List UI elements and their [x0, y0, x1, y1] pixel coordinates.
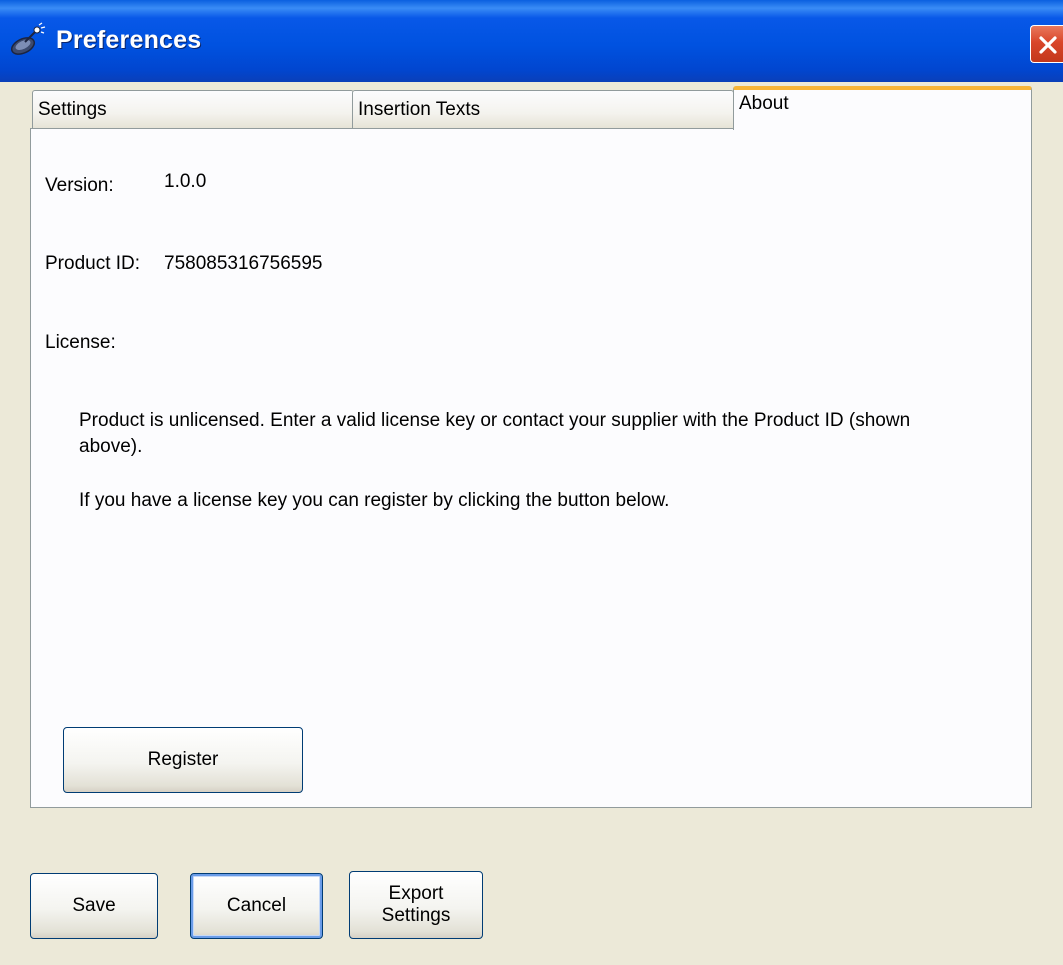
tab-settings[interactable]: Settings [32, 90, 354, 128]
export-button-line2: Settings [381, 905, 451, 926]
license-message: Product is unlicensed. Enter a valid lic… [79, 410, 911, 457]
title-bar[interactable]: Preferences [0, 0, 1063, 82]
version-label: Version: [45, 175, 114, 196]
close-icon [1039, 36, 1057, 54]
register-hint: If you have a license key you can regist… [79, 490, 670, 511]
preferences-window: Preferences Settings Insertion Texts Abo… [0, 0, 1063, 965]
register-button-label: Register [147, 749, 219, 770]
export-button-line1: Export [388, 883, 444, 904]
window-title: Preferences [56, 26, 202, 54]
product-id-label: Product ID: [45, 253, 141, 274]
about-panel: Version: 1.0.0 Product ID: 7580853167565… [30, 128, 1032, 808]
tab-strip: Settings Insertion Texts About [30, 86, 1032, 130]
satellite-icon [10, 22, 46, 55]
version-value: 1.0.0 [164, 171, 207, 192]
tab-insertion-texts[interactable]: Insertion Texts [352, 90, 734, 128]
close-button[interactable] [1030, 25, 1063, 63]
save-button-label: Save [72, 895, 116, 916]
save-button[interactable]: Save [30, 873, 158, 939]
cancel-button[interactable]: Cancel [190, 873, 323, 939]
export-settings-button[interactable]: Export Settings [349, 871, 483, 939]
license-label: License: [45, 332, 116, 353]
tab-about[interactable]: About [733, 86, 1032, 130]
product-id-value: 758085316756595 [164, 253, 323, 274]
register-button[interactable]: Register [63, 727, 303, 793]
cancel-button-label: Cancel [226, 895, 287, 916]
